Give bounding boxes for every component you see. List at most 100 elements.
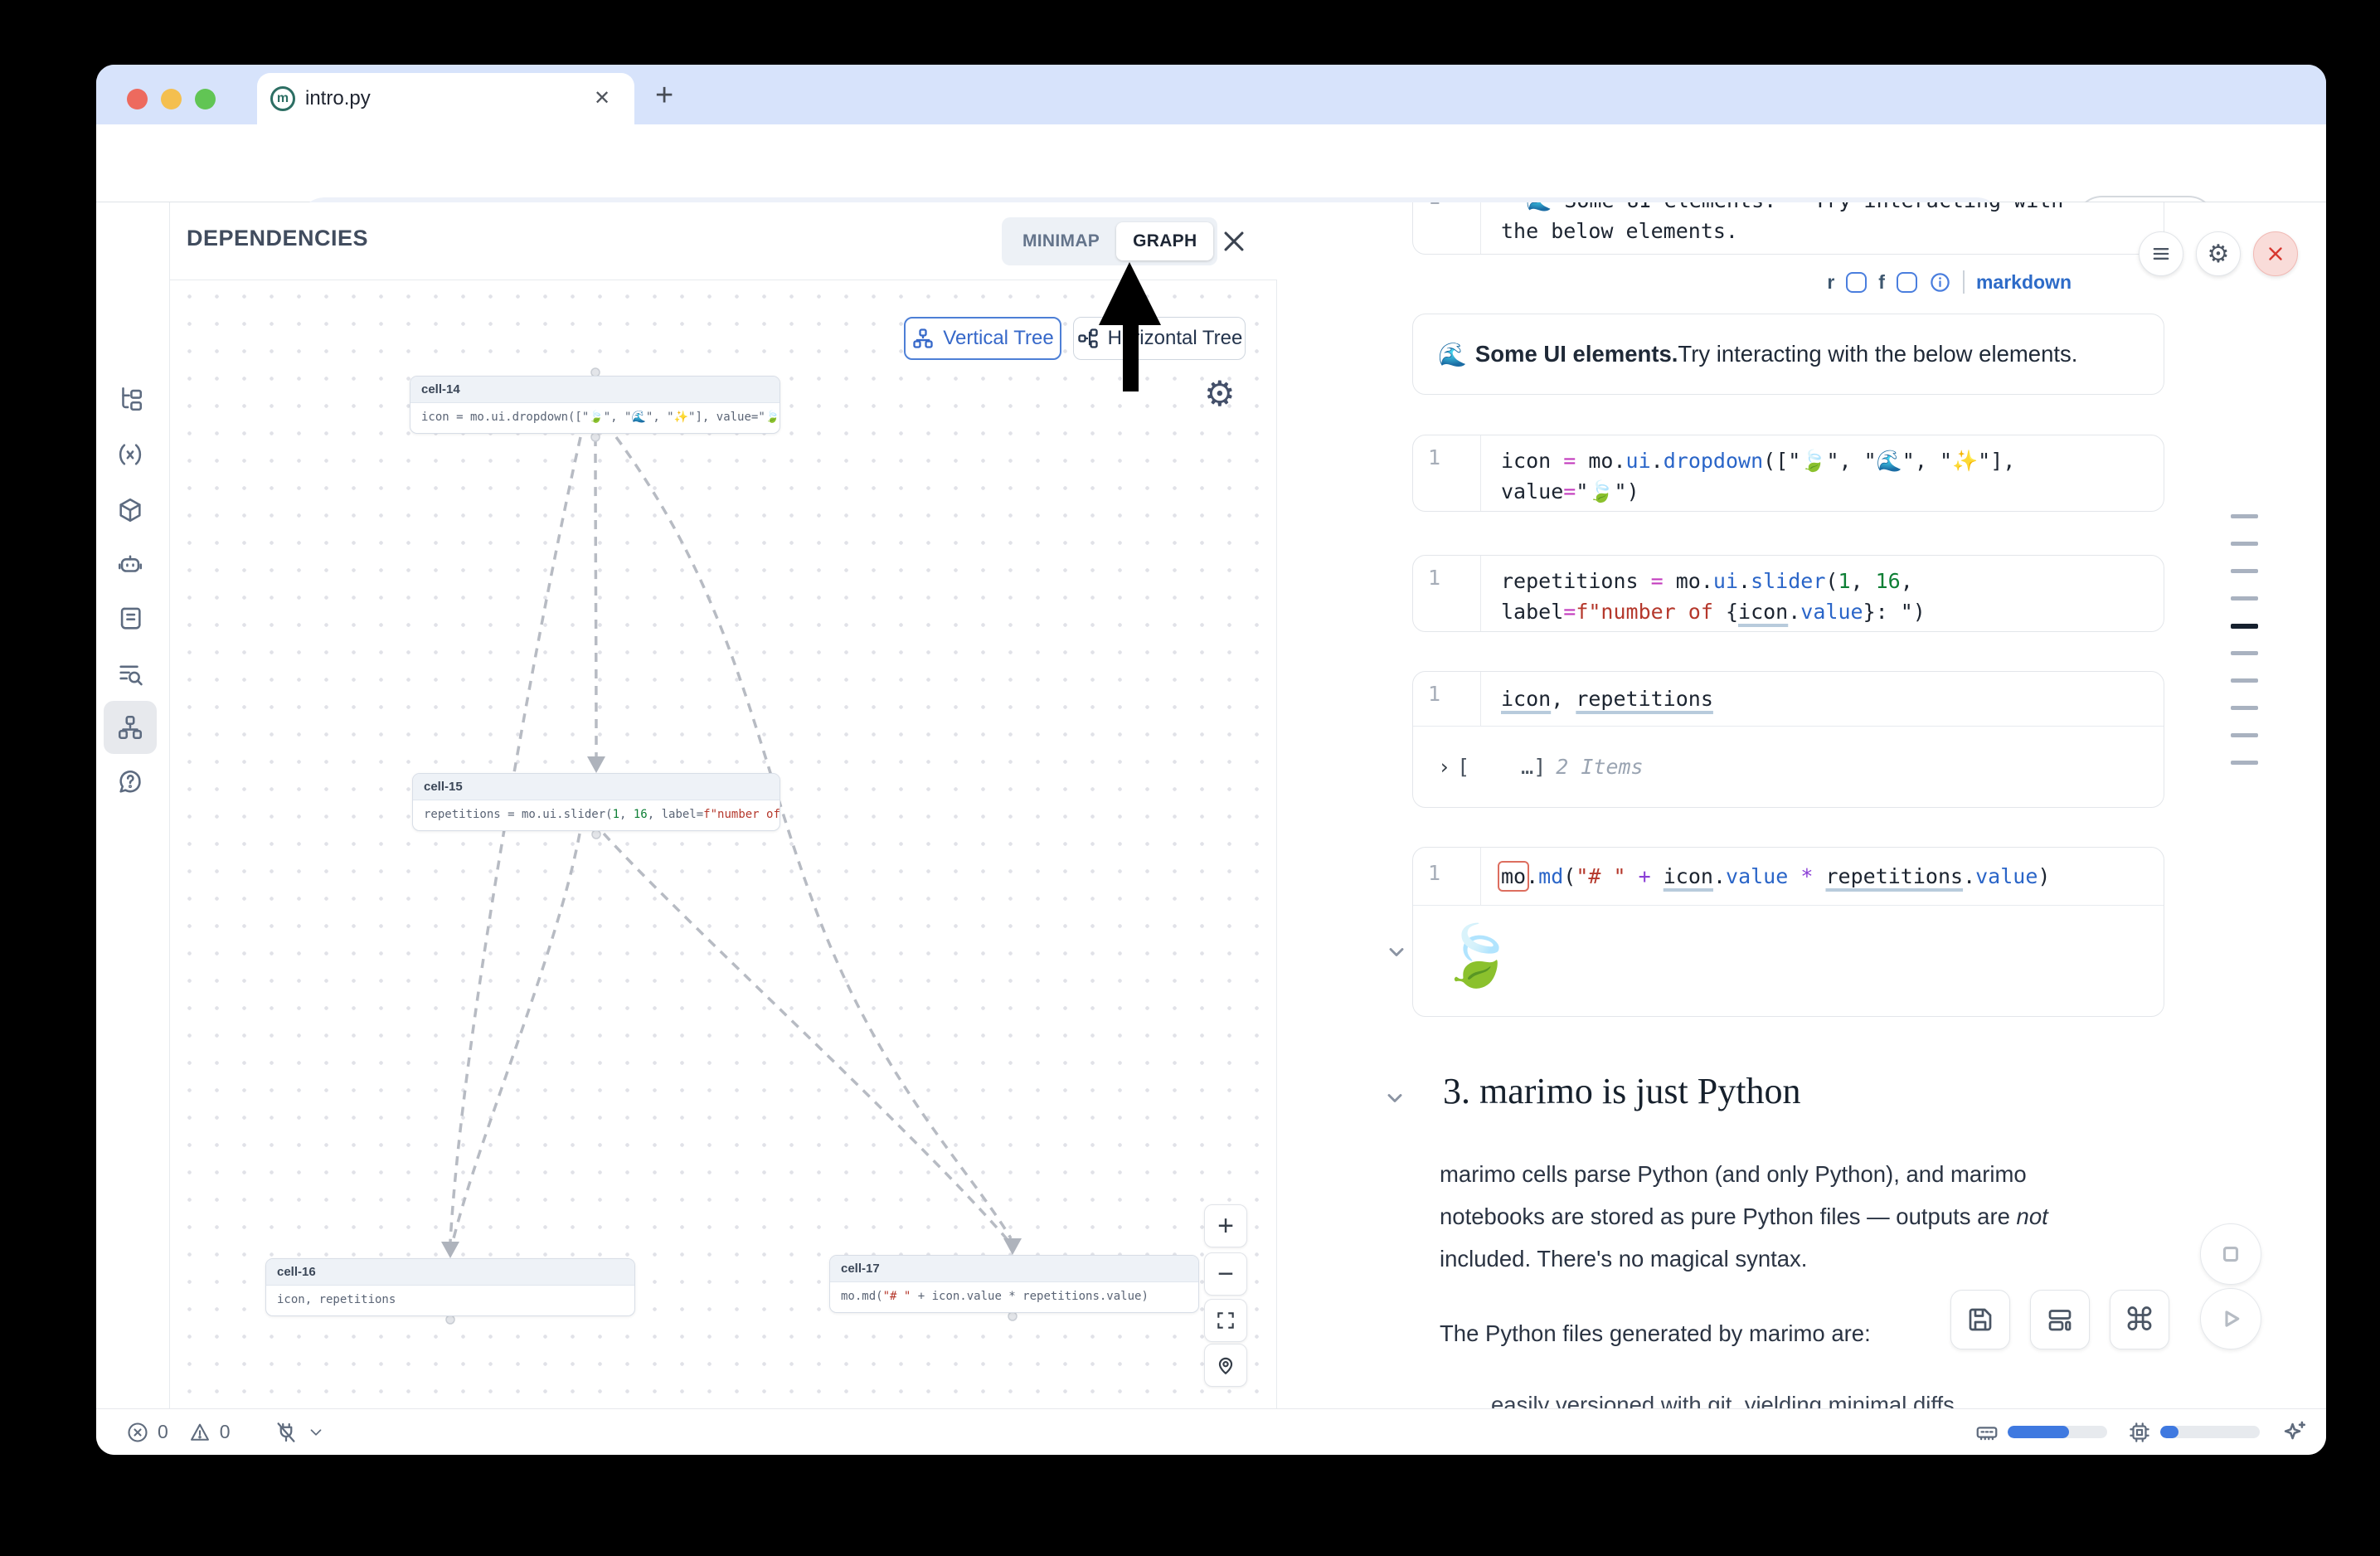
new-tab-button[interactable]: + <box>655 83 673 108</box>
shutdown-button[interactable] <box>2253 231 2298 276</box>
node-title: cell-15 <box>413 774 780 800</box>
minimap-mark[interactable] <box>2231 706 2258 710</box>
graph-settings-gear-icon[interactable]: ⚙ <box>1204 373 1236 414</box>
tab-strip: m intro.py ✕ + <box>96 65 2326 124</box>
cell-tuple[interactable]: 1 icon, repetitions › [ … ] 2 Items <box>1412 671 2164 808</box>
sidebar-item-packages[interactable] <box>104 484 157 537</box>
command-icon: ⌘ <box>2124 1301 2155 1339</box>
sidebar-item-file-explorer[interactable] <box>104 372 157 425</box>
notebook-pane: 1 **🌊 Some UI elements.** Try interactin… <box>1277 202 2326 1408</box>
line-number: 1 <box>1413 848 1481 905</box>
minimap-mark[interactable] <box>2231 542 2258 546</box>
minimap-mark[interactable] <box>2231 596 2258 601</box>
tab-graph[interactable]: GRAPH <box>1116 222 1213 260</box>
location-pin-icon <box>1215 1354 1236 1376</box>
window-zoom-button[interactable] <box>195 89 216 109</box>
line-number: 1 <box>1413 672 1481 726</box>
collapsed-ellipsis[interactable]: … <box>1521 755 1533 779</box>
tuple-output[interactable]: › [ … ] 2 Items <box>1438 726 2164 807</box>
cpu-icon <box>2127 1420 2152 1445</box>
sidebar-item-snippets[interactable] <box>104 592 157 645</box>
run-toggle-checkbox[interactable] <box>1846 272 1867 293</box>
sidebar-item-help[interactable] <box>104 756 157 809</box>
horizontal-tree-button[interactable]: Horizontal Tree <box>1073 317 1246 360</box>
line-number: 1 <box>1413 435 1481 511</box>
minimap-mark[interactable] <box>2231 514 2258 518</box>
cell-code[interactable]: repetitions = mo.ui.slider(1, 16,label=f… <box>1501 566 1926 627</box>
panel-close-icon[interactable] <box>1220 227 1248 255</box>
window-minimize-button[interactable] <box>161 89 182 109</box>
cell-code[interactable]: **🌊 Some UI elements.** Try interacting … <box>1501 202 2063 246</box>
sidebar-item-dependency-graph[interactable] <box>104 701 157 754</box>
leaf-emoji-output: 🍃 <box>1440 922 1514 990</box>
cell-momd[interactable]: 1 mo.md("# " + icon.value * repetitions.… <box>1412 847 2164 1017</box>
sidebar-item-ai-assistant[interactable] <box>104 537 157 591</box>
zoom-in-button[interactable]: + <box>1204 1204 1247 1247</box>
vertical-tree-button[interactable]: Vertical Tree <box>904 317 1061 360</box>
locate-button[interactable] <box>1204 1344 1247 1387</box>
section-heading: 3. marimo is just Python <box>1443 1070 1800 1112</box>
horizontal-tree-label: Horizontal Tree <box>1108 327 1243 350</box>
line-number: 1 <box>1413 202 1481 254</box>
expand-chevron[interactable]: › <box>1438 755 1450 779</box>
disconnect-plug-icon[interactable] <box>274 1420 299 1445</box>
section-collapse-chevron-icon[interactable] <box>1383 1087 1406 1110</box>
cell-code[interactable]: icon, repetitions <box>1501 683 1713 714</box>
errors-icon[interactable] <box>126 1421 149 1444</box>
stop-button[interactable] <box>2200 1223 2261 1285</box>
wave-emoji: 🌊 <box>1438 341 1467 368</box>
minimap-mark[interactable] <box>2231 569 2258 573</box>
section-paragraph-2: The Python files generated by marimo are… <box>1440 1312 1871 1354</box>
graph-node-cell-15[interactable]: cell-15 repetitions = mo.ui.slider(1, 16… <box>412 773 780 831</box>
format-toggle-checkbox[interactable] <box>1897 272 1917 293</box>
node-code: icon = mo.ui.dropdown(["🍃", "🌊", "✨"], v… <box>410 403 780 432</box>
markdown-output: 🌊 Some UI elements. Try interacting with… <box>1412 314 2164 395</box>
browser-tab[interactable]: m intro.py ✕ <box>257 73 634 124</box>
window-close-button[interactable] <box>127 89 148 109</box>
minimap-mark[interactable] <box>2231 624 2258 629</box>
node-title: cell-16 <box>266 1259 634 1286</box>
output-bold-text: Some UI elements. <box>1475 341 1678 367</box>
dependency-graph-canvas[interactable]: Vertical Tree Horizontal Tree ⚙ cell-14 … <box>170 280 1277 1408</box>
graph-node-cell-17[interactable]: cell-17 mo.md("# " + icon.value * repeti… <box>829 1255 1199 1313</box>
cell-code[interactable]: icon = mo.ui.dropdown(["🍃", "🌊", "✨"],va… <box>1501 445 2015 507</box>
tab-minimap[interactable]: MINIMAP <box>1006 222 1116 260</box>
section-list-item-clipped: easily versioned with git, yielding mini… <box>1491 1383 1955 1408</box>
minimap-mark[interactable] <box>2231 651 2258 655</box>
browser-toolbar: ← → ↻ localhost:2718 Guest <box>96 124 2326 202</box>
chevron-down-icon[interactable] <box>307 1423 325 1442</box>
cell-slider[interactable]: 1 repetitions = mo.ui.slider(1, 16,label… <box>1412 555 2164 632</box>
layout-button[interactable] <box>2030 1290 2090 1349</box>
tab-close-icon[interactable]: ✕ <box>590 86 614 111</box>
graph-node-cell-14[interactable]: cell-14 icon = mo.ui.dropdown(["🍃", "🌊",… <box>410 376 780 434</box>
cell-code[interactable]: mo.md("# " + icon.value * repetitions.va… <box>1501 861 2050 892</box>
sidebar-item-variables[interactable] <box>104 428 157 481</box>
sidebar-item-search[interactable] <box>104 648 157 701</box>
minimap-mark[interactable] <box>2231 678 2258 683</box>
run-button[interactable] <box>2200 1288 2261 1349</box>
collapse-chevron-icon[interactable] <box>1385 941 1408 964</box>
zoom-out-button[interactable]: − <box>1204 1252 1247 1296</box>
keyboard-shortcuts-button[interactable]: ⌘ <box>2110 1290 2169 1349</box>
cell-footer: r f markdown <box>1412 257 2164 307</box>
cell-menu-button[interactable] <box>2139 231 2183 276</box>
node-code: mo.md("# " + icon.value * repetitions.va… <box>830 1282 1198 1311</box>
panel-title: DEPENDENCIES <box>187 226 368 251</box>
warnings-icon[interactable] <box>188 1421 211 1444</box>
cell-language-label[interactable]: markdown <box>1976 271 2072 294</box>
ai-sparkle-icon[interactable] <box>2280 1418 2308 1447</box>
cell-dropdown[interactable]: 1 icon = mo.ui.dropdown(["🍃", "🌊", "✨"],… <box>1412 435 2164 512</box>
gear-icon: ⚙ <box>2208 240 2230 269</box>
cell-markdown-source[interactable]: 1 **🌊 Some UI elements.** Try interactin… <box>1412 202 2164 255</box>
minimap-mark[interactable] <box>2231 761 2258 765</box>
layout-icon <box>2045 1305 2075 1335</box>
minimap-mark[interactable] <box>2231 733 2258 737</box>
notebook-settings-button[interactable]: ⚙ <box>2196 231 2241 276</box>
save-button[interactable] <box>1950 1290 2010 1349</box>
save-icon <box>1965 1305 1995 1335</box>
graph-node-cell-16[interactable]: cell-16 icon, repetitions <box>265 1258 635 1316</box>
fit-view-button[interactable] <box>1204 1299 1247 1342</box>
info-icon[interactable] <box>1929 271 1951 294</box>
fullscreen-icon <box>1215 1310 1236 1331</box>
close-icon <box>2265 243 2286 265</box>
